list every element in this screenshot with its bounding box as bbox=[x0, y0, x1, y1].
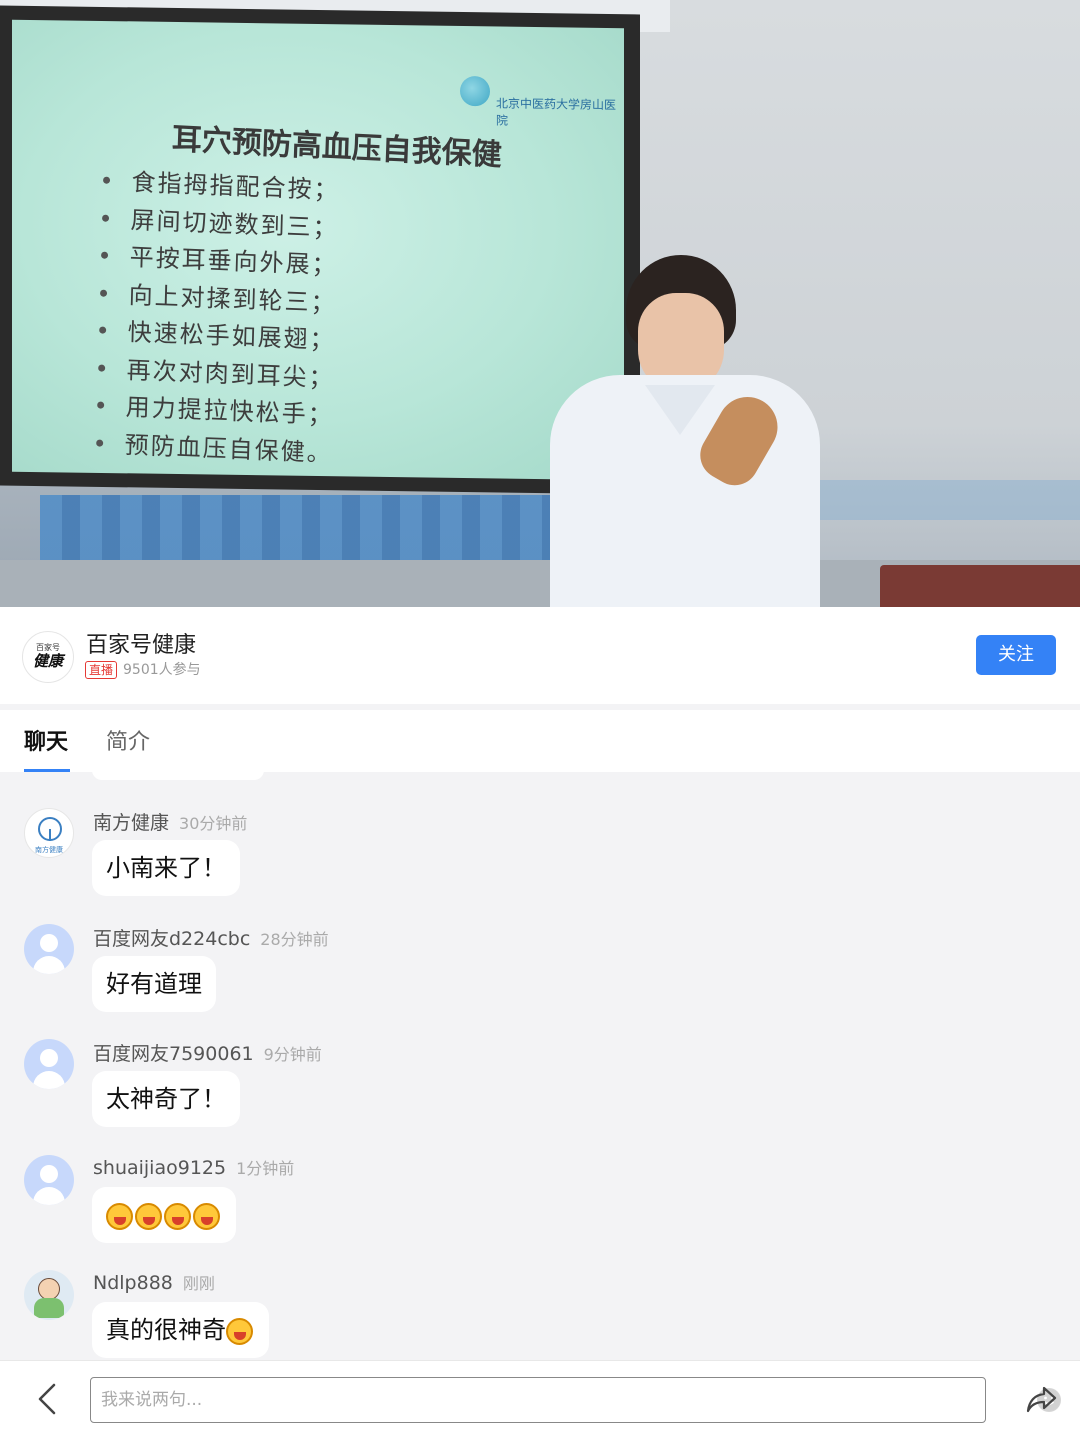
tab-bar: 聊天 简介 bbox=[0, 710, 1080, 772]
channel-avatar[interactable]: 百家号 健康 bbox=[22, 631, 74, 683]
crying-laughing-emoji-icon bbox=[164, 1202, 191, 1230]
user-avatar[interactable] bbox=[24, 1039, 74, 1089]
previous-message-bubble bbox=[92, 772, 264, 780]
chat-message: shuaijiao9125 1分钟前 bbox=[0, 1155, 1080, 1265]
message-username[interactable]: shuaijiao9125 bbox=[93, 1157, 226, 1179]
slide: 北京中医药大学房山医院 耳穴预防高血压自我保健 食指拇指配合按； 屏间切迹数到三… bbox=[12, 19, 624, 481]
message-username[interactable]: Ndlp888 bbox=[93, 1272, 173, 1294]
comment-input-box[interactable] bbox=[90, 1377, 1061, 1423]
message-meta: 百度网友d224cbc 28分钟前 bbox=[93, 924, 329, 951]
tree-logo-icon bbox=[38, 817, 62, 841]
chat-message: 百度网友d224cbc 28分钟前 好有道理 bbox=[0, 924, 1080, 1034]
chat-message: 百度网友7590061 9分钟前 太神奇了！ bbox=[0, 1039, 1080, 1149]
tab-intro[interactable]: 简介 bbox=[106, 724, 150, 772]
user-avatar[interactable] bbox=[24, 924, 74, 974]
share-button[interactable] bbox=[1024, 1381, 1060, 1417]
channel-avatar-line2: 健康 bbox=[32, 652, 63, 670]
cartoon-body bbox=[34, 1298, 64, 1318]
back-button[interactable] bbox=[30, 1379, 66, 1419]
comment-input[interactable] bbox=[101, 1378, 921, 1421]
message-username[interactable]: 百度网友d224cbc bbox=[93, 928, 250, 950]
hospital-logo-icon bbox=[460, 75, 490, 107]
projection-screen: 北京中医药大学房山医院 耳穴预防高血压自我保健 食指拇指配合按； 屏间切迹数到三… bbox=[0, 5, 640, 495]
message-time: 30分钟前 bbox=[179, 814, 248, 833]
crying-laughing-emoji-icon bbox=[106, 1202, 133, 1230]
user-avatar[interactable] bbox=[24, 1155, 74, 1205]
message-text: 真的很神奇 bbox=[106, 1316, 226, 1344]
chat-message: Ndlp888 刚刚 真的很神奇 bbox=[0, 1270, 1080, 1360]
slide-logo-text: 北京中医药大学房山医院 bbox=[496, 96, 617, 128]
message-bubble[interactable] bbox=[92, 1187, 236, 1243]
channel-header: 百家号 健康 百家号健康 直播 9501人参与 关注 bbox=[0, 607, 1080, 704]
avatar-label: 南方健康 bbox=[35, 846, 63, 854]
message-bubble[interactable]: 真的很神奇 bbox=[92, 1302, 269, 1358]
chevron-left-icon bbox=[38, 1383, 56, 1415]
message-meta: 百度网友7590061 9分钟前 bbox=[93, 1039, 322, 1066]
user-avatar[interactable]: 南方健康 bbox=[24, 808, 74, 858]
message-time: 刚刚 bbox=[182, 1274, 215, 1293]
share-arrow-icon bbox=[1026, 1386, 1057, 1413]
message-time: 28分钟前 bbox=[260, 930, 329, 949]
message-bubble[interactable]: 太神奇了！ bbox=[92, 1071, 240, 1127]
message-meta: shuaijiao9125 1分钟前 bbox=[93, 1155, 294, 1179]
follow-button[interactable]: 关注 bbox=[976, 635, 1056, 675]
live-stream-page: 北京中医药大学房山医院 耳穴预防高血压自我保健 食指拇指配合按； 屏间切迹数到三… bbox=[0, 0, 1080, 1440]
message-meta: Ndlp888 刚刚 bbox=[93, 1270, 215, 1294]
curtain bbox=[40, 495, 620, 565]
cartoon-head bbox=[38, 1278, 60, 1300]
participant-count: 9501人参与 bbox=[123, 662, 201, 678]
message-bubble[interactable]: 好有道理 bbox=[92, 956, 216, 1012]
grinning-emoji-icon bbox=[226, 1317, 253, 1345]
bench bbox=[880, 565, 1080, 607]
user-avatar[interactable] bbox=[24, 1270, 74, 1320]
message-time: 9分钟前 bbox=[263, 1045, 322, 1064]
live-badge: 直播 bbox=[85, 661, 118, 679]
slide-bullets: 食指拇指配合按； 屏间切迹数到三； 平按耳垂向外展； 向上对揉到轮三； 快速松手… bbox=[92, 161, 340, 470]
message-username[interactable]: 百度网友7590061 bbox=[93, 1043, 254, 1065]
chat-list[interactable]: 南方健康 南方健康 30分钟前 小南来了！ 百度网友d224cbc 28分钟前 好有… bbox=[0, 772, 1080, 1360]
message-bubble[interactable]: 小南来了！ bbox=[92, 840, 240, 896]
message-meta: 南方健康 30分钟前 bbox=[93, 808, 247, 835]
comment-bar bbox=[0, 1360, 1080, 1440]
crying-laughing-emoji-icon bbox=[193, 1202, 220, 1230]
chat-message: 南方健康 南方健康 30分钟前 小南来了！ bbox=[0, 808, 1080, 918]
message-time: 1分钟前 bbox=[236, 1159, 295, 1178]
tab-chat[interactable]: 聊天 bbox=[24, 724, 68, 772]
live-video-player[interactable]: 北京中医药大学房山医院 耳穴预防高血压自我保健 食指拇指配合按； 屏间切迹数到三… bbox=[0, 0, 1080, 607]
channel-name[interactable]: 百家号健康 bbox=[86, 627, 196, 659]
crying-laughing-emoji-icon bbox=[135, 1202, 162, 1230]
message-username[interactable]: 南方健康 bbox=[93, 812, 169, 834]
presenter bbox=[550, 255, 820, 607]
